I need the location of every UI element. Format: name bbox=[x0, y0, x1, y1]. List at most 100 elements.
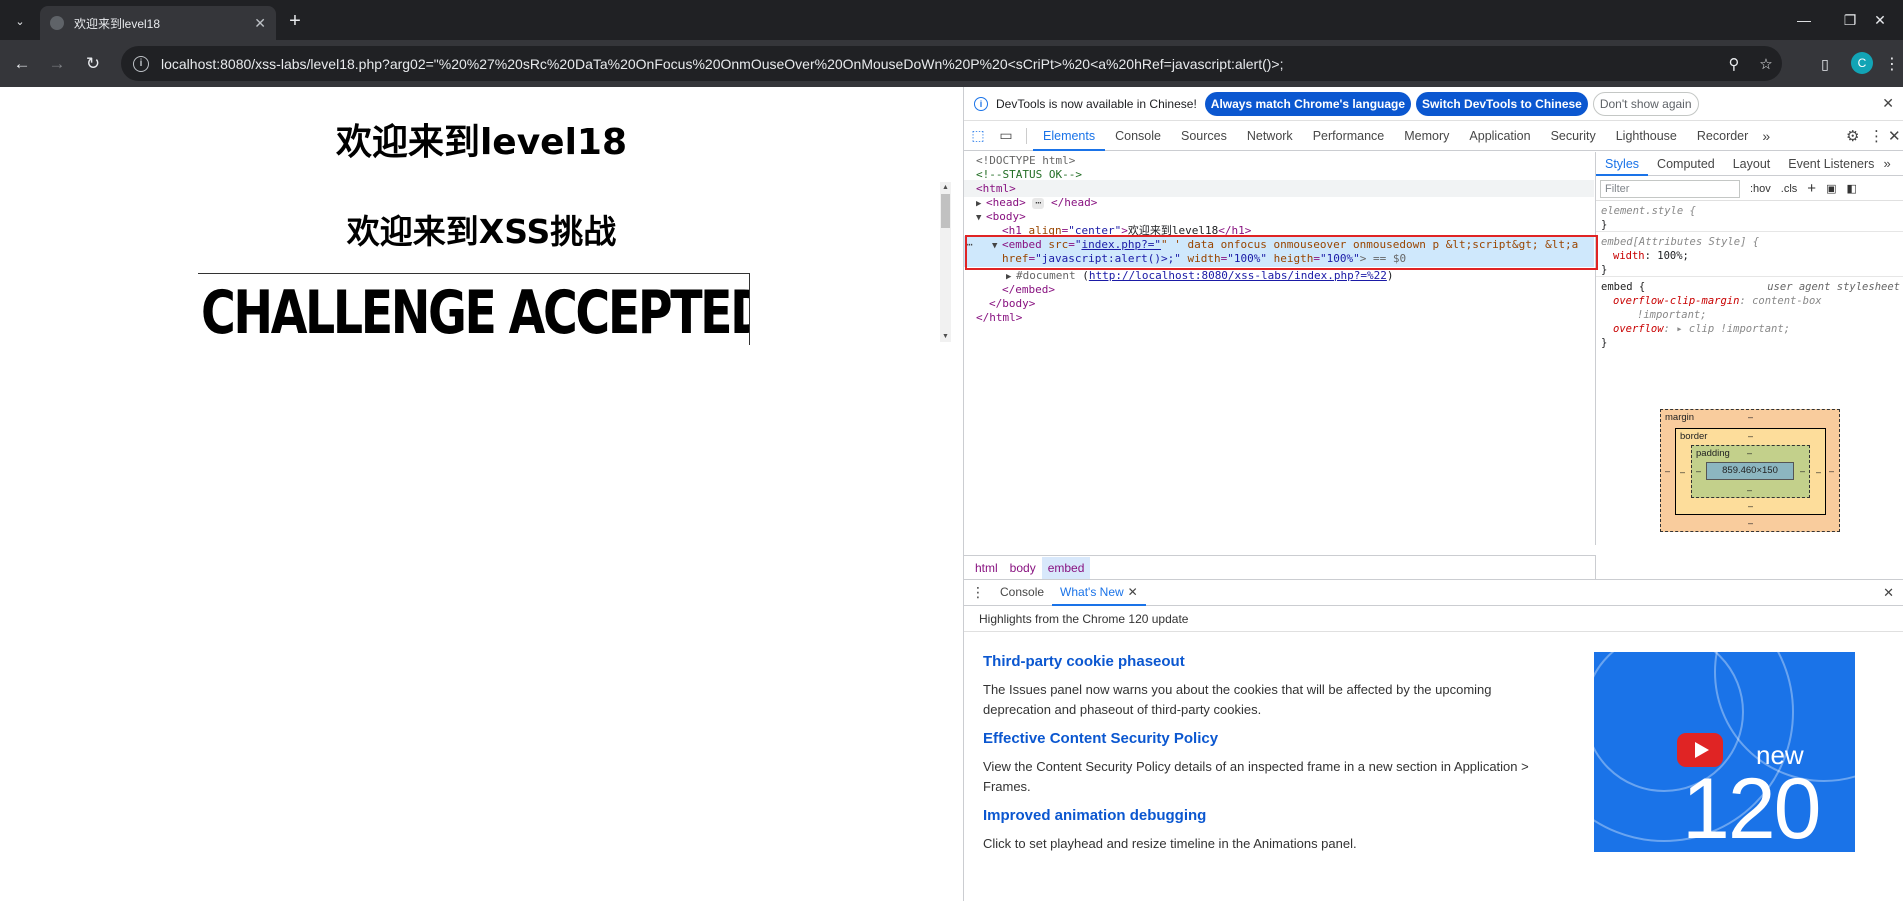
padding-label: padding bbox=[1696, 448, 1730, 459]
margin-top-value: – bbox=[1748, 412, 1754, 422]
feature-description: The Issues panel now warns you about the… bbox=[983, 682, 1492, 717]
box-model-padding[interactable]: padding – – – – 859.460×150 bbox=[1691, 445, 1810, 498]
close-devtools-icon[interactable]: ✕ bbox=[1888, 127, 1901, 145]
back-button[interactable]: ← bbox=[8, 50, 36, 78]
page-heading: 欢迎来到level18 bbox=[335, 122, 628, 163]
dont-show-again-button[interactable]: Don't show again bbox=[1592, 91, 1699, 116]
rule-selector: element.style { bbox=[1601, 205, 1696, 217]
crumb-body[interactable]: body bbox=[1004, 557, 1042, 579]
hov-toggle[interactable]: :hov bbox=[1750, 183, 1771, 195]
sidebar-toggle-icon[interactable]: ◧ bbox=[1846, 182, 1856, 195]
padding-bottom-value: – bbox=[1747, 485, 1753, 495]
browser-tab[interactable]: 欢迎来到level18 ✕ bbox=[40, 6, 276, 40]
zoom-icon[interactable]: ⚲ bbox=[1718, 55, 1750, 73]
site-info-icon[interactable]: i bbox=[133, 55, 149, 72]
tab-search-button[interactable]: ⌄ bbox=[8, 10, 32, 32]
url-text[interactable]: localhost:8080/xss-labs/level18.php?arg0… bbox=[161, 56, 1718, 72]
drawer-menu-icon[interactable]: ⋮ bbox=[964, 584, 992, 601]
tab-memory[interactable]: Memory bbox=[1394, 121, 1459, 151]
profile-avatar[interactable]: C bbox=[1851, 52, 1873, 74]
new-rule-icon[interactable]: + bbox=[1807, 180, 1816, 197]
close-window-button[interactable]: ✕ bbox=[1857, 0, 1903, 40]
padding-left-value: – bbox=[1696, 466, 1702, 476]
dom-html-close[interactable]: </html> bbox=[964, 309, 1594, 326]
rule-user-agent[interactable]: embed {user agent stylesheet overflow-cl… bbox=[1596, 278, 1903, 349]
tab-elements[interactable]: Elements bbox=[1033, 121, 1106, 151]
tab-performance[interactable]: Performance bbox=[1303, 121, 1395, 151]
forward-button[interactable]: → bbox=[43, 50, 71, 78]
drawer-tab-whats-new[interactable]: What's New ✕ bbox=[1052, 579, 1146, 606]
tab-layout[interactable]: Layout bbox=[1724, 152, 1780, 176]
cls-toggle[interactable]: .cls bbox=[1781, 183, 1798, 195]
feature-title-link[interactable]: Third-party cookie phaseout bbox=[983, 653, 1185, 670]
embed-scrollbar[interactable]: ▲ ▼ bbox=[940, 182, 951, 342]
rule-val-important: !important; bbox=[1637, 309, 1707, 321]
whats-new-label: What's New bbox=[1060, 585, 1124, 599]
promo-version: 120 bbox=[1682, 761, 1821, 852]
highlight-annotation bbox=[965, 235, 1598, 270]
box-model-margin[interactable]: margin – – – – border – – – – padding – … bbox=[1660, 409, 1840, 532]
tab-lighthouse[interactable]: Lighthouse bbox=[1606, 121, 1687, 151]
tab-recorder[interactable]: Recorder bbox=[1687, 121, 1758, 151]
more-tabs-icon[interactable]: » bbox=[1762, 128, 1770, 144]
computed-toggle-icon[interactable]: ▣ bbox=[1826, 182, 1836, 195]
address-bar[interactable]: i localhost:8080/xss-labs/level18.php?ar… bbox=[121, 46, 1782, 81]
switch-chinese-button[interactable]: Switch DevTools to Chinese bbox=[1416, 91, 1588, 116]
side-panel-icon[interactable]: ▯ bbox=[1811, 50, 1839, 78]
feature-title-link[interactable]: Effective Content Security Policy bbox=[983, 730, 1218, 747]
drawer-tab-console[interactable]: Console bbox=[992, 579, 1052, 606]
globe-icon bbox=[50, 16, 64, 30]
inspect-element-icon[interactable]: ⬚ bbox=[964, 127, 992, 144]
challenge-accepted-image: CHALLENGE ACCEPTED bbox=[201, 278, 750, 345]
reload-button[interactable]: ↻ bbox=[79, 50, 107, 78]
scroll-thumb[interactable] bbox=[941, 194, 950, 228]
whats-new-content: Third-party cookie phaseout The Issues p… bbox=[964, 633, 1903, 901]
border-right-value: – bbox=[1816, 467, 1822, 477]
minimize-button[interactable]: — bbox=[1781, 0, 1827, 40]
close-infobar-icon[interactable]: ✕ bbox=[1882, 95, 1894, 112]
match-language-button[interactable]: Always match Chrome's language bbox=[1204, 91, 1412, 116]
whats-new-video-thumbnail[interactable]: new 120 bbox=[1594, 652, 1855, 852]
more-panes-icon[interactable]: » bbox=[1883, 156, 1890, 171]
rule-val: content-box bbox=[1752, 295, 1822, 307]
rule-element-style[interactable]: element.style { } bbox=[1596, 202, 1903, 232]
page-viewport: 欢迎来到level18 欢迎来到XSS挑战 CHALLENGE ACCEPTED… bbox=[0, 87, 963, 901]
scroll-down-arrow-icon[interactable]: ▼ bbox=[940, 331, 951, 342]
margin-right-value: – bbox=[1829, 466, 1835, 476]
whats-new-header: Highlights from the Chrome 120 update bbox=[964, 606, 1903, 632]
close-drawer-icon[interactable]: ✕ bbox=[1883, 585, 1894, 601]
rule-attributes-style[interactable]: embed[Attributes Style] { width: 100%; } bbox=[1596, 233, 1903, 277]
settings-gear-icon[interactable]: ⚙ bbox=[1846, 127, 1859, 145]
devtools-menu-icon[interactable]: ⋮ bbox=[1869, 127, 1884, 145]
margin-label: margin bbox=[1665, 412, 1695, 423]
embed-frame[interactable]: CHALLENGE ACCEPTED bbox=[198, 273, 750, 345]
scroll-up-arrow-icon[interactable]: ▲ bbox=[940, 182, 951, 193]
crumb-html[interactable]: html bbox=[969, 557, 1004, 579]
devtools-tabbar: ⬚ ▭ Elements Console Sources Network Per… bbox=[964, 121, 1903, 151]
chrome-menu-icon[interactable]: ⋮ bbox=[1878, 50, 1903, 78]
info-icon: i bbox=[974, 96, 988, 111]
close-tab-icon[interactable]: ✕ bbox=[1128, 585, 1138, 599]
tab-network[interactable]: Network bbox=[1237, 121, 1303, 151]
device-toolbar-icon[interactable]: ▭ bbox=[992, 127, 1020, 144]
tab-styles[interactable]: Styles bbox=[1596, 152, 1649, 176]
tab-security[interactable]: Security bbox=[1541, 121, 1606, 151]
bookmark-star-icon[interactable]: ☆ bbox=[1750, 55, 1782, 73]
tab-computed[interactable]: Computed bbox=[1648, 152, 1724, 176]
rule-source[interactable]: user agent stylesheet bbox=[1767, 280, 1900, 294]
crumb-embed[interactable]: embed bbox=[1041, 556, 1091, 579]
box-model-border[interactable]: border – – – – padding – – – – 859.460×1… bbox=[1675, 428, 1826, 515]
feature-title-link[interactable]: Improved animation debugging bbox=[983, 807, 1206, 824]
new-tab-button[interactable]: + bbox=[282, 8, 308, 34]
tab-sources[interactable]: Sources bbox=[1171, 121, 1237, 151]
tab-event-listeners[interactable]: Event Listeners bbox=[1779, 152, 1883, 176]
styles-filter-input[interactable]: Filter bbox=[1600, 179, 1740, 198]
infobar-message: DevTools is now available in Chinese! bbox=[996, 96, 1197, 111]
box-model-content[interactable]: 859.460×150 bbox=[1706, 462, 1794, 480]
border-label: border bbox=[1680, 431, 1708, 442]
feature-description: Click to set playhead and resize timelin… bbox=[983, 836, 1357, 851]
margin-left-value: – bbox=[1665, 466, 1671, 476]
tab-console[interactable]: Console bbox=[1105, 121, 1171, 151]
close-tab-icon[interactable]: ✕ bbox=[254, 15, 266, 32]
tab-application[interactable]: Application bbox=[1459, 121, 1540, 151]
